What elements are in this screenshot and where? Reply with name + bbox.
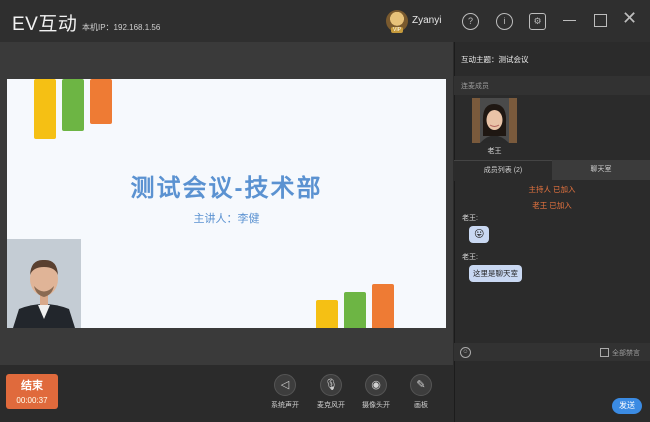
tab-member-list[interactable]: 成员列表 (2) bbox=[454, 160, 552, 181]
whiteboard-button[interactable]: ✎ 画板 bbox=[399, 374, 443, 410]
chat-bubble: 这里是聊天室 bbox=[469, 265, 522, 282]
member-person-image bbox=[472, 98, 517, 143]
system-sound-button[interactable]: ◁ 系统声开 bbox=[263, 374, 307, 410]
camera-icon: ◉ bbox=[365, 374, 387, 396]
vip-badge: VIP bbox=[391, 27, 404, 33]
close-icon[interactable]: ✕ bbox=[622, 8, 637, 29]
whiteboard-label: 画板 bbox=[414, 402, 428, 409]
slide-deco-bar bbox=[344, 292, 366, 328]
info-icon[interactable]: i bbox=[496, 13, 513, 30]
emoji-icon[interactable]: ☺ bbox=[460, 347, 471, 358]
microphone-label: 麦克风开 bbox=[317, 402, 345, 409]
member-name: 老王 bbox=[487, 148, 502, 155]
camera-button[interactable]: ◉ 摄像头开 bbox=[354, 374, 398, 410]
username[interactable]: Zyanyi bbox=[412, 15, 441, 26]
slide-deco-bar bbox=[90, 79, 112, 124]
palette-icon: ✎ bbox=[410, 374, 432, 396]
meeting-timer: 00:00:37 bbox=[16, 396, 48, 405]
maximize-icon[interactable] bbox=[594, 14, 607, 27]
microphone-button[interactable]: 🎙 麦克风开 bbox=[309, 374, 353, 410]
settings-icon[interactable]: ⚙ bbox=[529, 13, 546, 30]
send-button[interactable]: 发送 bbox=[612, 398, 642, 414]
title-bar bbox=[0, 0, 650, 42]
member-video[interactable] bbox=[472, 98, 517, 143]
slide-deco-bar bbox=[62, 79, 84, 131]
system-message: 老王 已加入 bbox=[532, 201, 572, 210]
slide-title: 测试会议-技术部 bbox=[130, 175, 323, 202]
local-ip-label: 本机IP：192.168.1.56 bbox=[82, 23, 161, 32]
tab-chatroom[interactable]: 聊天室 bbox=[552, 160, 650, 180]
chat-sender: 老王: bbox=[462, 215, 478, 222]
app-title: EV互动 bbox=[12, 14, 78, 35]
connected-members-label: 连麦成员 bbox=[461, 83, 489, 90]
slide-deco-bar bbox=[316, 300, 338, 328]
help-icon[interactable]: ? bbox=[462, 13, 479, 30]
end-meeting-button[interactable]: 结束 00:00:37 bbox=[6, 374, 58, 409]
speaker-icon: ◁ bbox=[274, 374, 296, 396]
mute-all-label: 全部禁言 bbox=[612, 350, 640, 357]
slide-deco-bar bbox=[372, 284, 394, 328]
minimize-icon[interactable] bbox=[563, 20, 576, 21]
host-person-image bbox=[7, 239, 81, 328]
mute-all-checkbox[interactable] bbox=[600, 348, 609, 357]
microphone-icon: 🎙 bbox=[320, 374, 342, 396]
system-sound-label: 系统声开 bbox=[271, 402, 299, 409]
panel-tabs: 成员列表 (2) 聊天室 bbox=[454, 160, 650, 181]
slide-subtitle: 主讲人：李健 bbox=[193, 213, 260, 225]
meeting-topic: 互动主题：测试会议 bbox=[461, 55, 529, 64]
slide-deco-bar bbox=[34, 79, 56, 139]
chat-sender: 老王: bbox=[462, 254, 478, 261]
chat-bubble: 😛 bbox=[469, 226, 490, 243]
camera-label: 摄像头开 bbox=[362, 402, 390, 409]
system-message: 主持人 已加入 bbox=[528, 185, 576, 194]
end-label: 结束 bbox=[21, 380, 43, 392]
host-camera-video bbox=[7, 239, 81, 328]
